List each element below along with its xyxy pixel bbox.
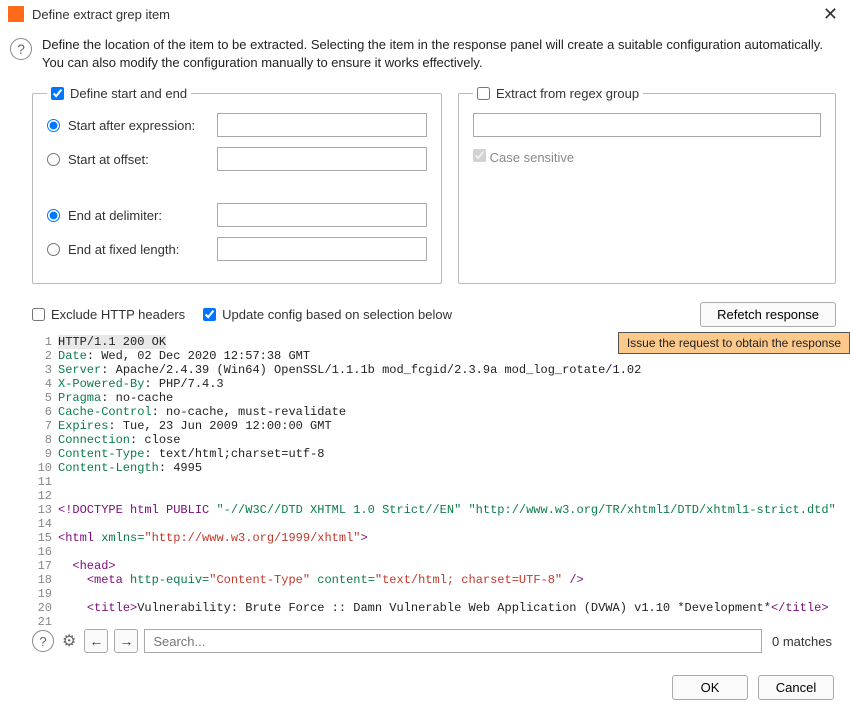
end-at-fixed-length-radio[interactable]: End at fixed length: [47, 242, 207, 257]
next-match-button[interactable]: → [114, 629, 138, 653]
help-icon[interactable]: ? [10, 38, 32, 60]
search-input[interactable] [144, 629, 762, 653]
close-icon[interactable]: ✕ [819, 5, 842, 23]
end-at-delimiter-radio[interactable]: End at delimiter: [47, 208, 207, 223]
start-at-offset-radio[interactable]: Start at offset: [47, 152, 207, 167]
app-icon [8, 6, 24, 22]
regex-input[interactable] [473, 113, 821, 137]
group-regex: Extract from regex group Case sensitive [458, 86, 836, 284]
help-icon[interactable]: ? [32, 630, 54, 652]
prev-match-button[interactable]: ← [84, 629, 108, 653]
help-text: Define the location of the item to be ex… [42, 36, 836, 72]
group-define-start-end: Define start and end Start after express… [32, 86, 442, 284]
start-after-expression-input[interactable] [217, 113, 427, 137]
title-bar: Define extract grep item ✕ [0, 0, 850, 28]
match-count: 0 matches [768, 634, 836, 649]
cancel-button[interactable]: Cancel [758, 675, 834, 700]
update-config-check[interactable]: Update config based on selection below [203, 307, 452, 322]
start-after-expression-radio[interactable]: Start after expression: [47, 118, 207, 133]
tooltip: Issue the request to obtain the response [618, 332, 850, 354]
gear-icon[interactable]: ⚙ [60, 631, 78, 651]
extract-regex-check[interactable]: Extract from regex group [477, 86, 639, 101]
start-at-offset-input[interactable] [217, 147, 427, 171]
ok-button[interactable]: OK [672, 675, 748, 700]
window-title: Define extract grep item [32, 7, 819, 22]
footer: OK Cancel [0, 661, 850, 706]
case-sensitive-check[interactable]: Case sensitive [473, 150, 574, 165]
response-editor[interactable]: 1HTTP/1.1 200 OK2Date: Wed, 02 Dec 2020 … [32, 335, 836, 625]
end-at-delimiter-input[interactable] [217, 203, 427, 227]
exclude-http-headers-check[interactable]: Exclude HTTP headers [32, 307, 185, 322]
end-at-fixed-length-input[interactable] [217, 237, 427, 261]
refetch-button[interactable]: Refetch response [700, 302, 836, 327]
define-start-end-check[interactable]: Define start and end [51, 86, 187, 101]
